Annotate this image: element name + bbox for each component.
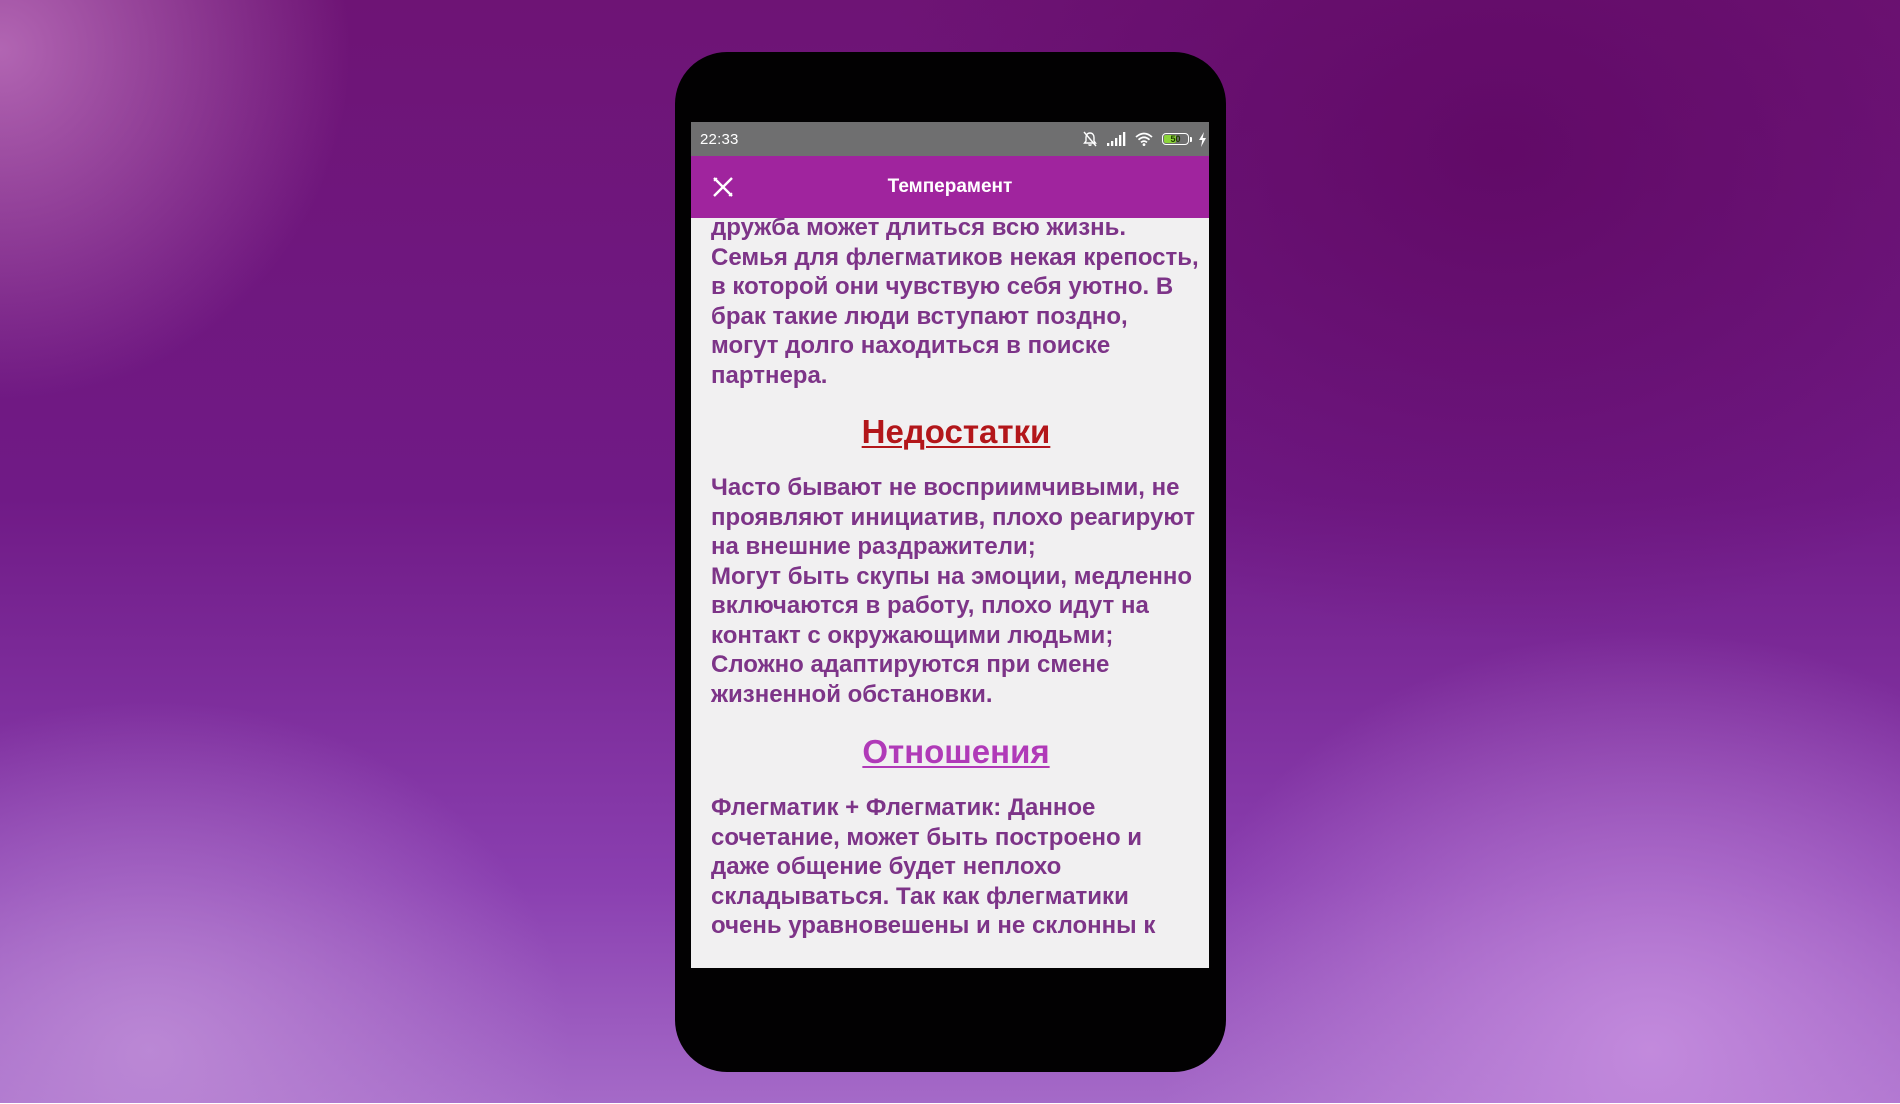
battery-level: 50: [1170, 133, 1181, 144]
status-time: 22:33: [700, 131, 739, 148]
app-bar: Темперамент: [691, 156, 1209, 218]
disadvantages-heading: Недостатки: [861, 413, 1051, 450]
signal-icon: [1107, 132, 1126, 146]
relations-text: Флегматик + Флегматик: Данное сочетание,…: [711, 794, 1156, 939]
disadvantages-text: Часто бывают не восприимчивыми, не прояв…: [711, 474, 1195, 708]
bell-off-icon: [1083, 131, 1097, 147]
battery-icon: 50: [1162, 133, 1192, 145]
phone-frame: 22:33 50 Темперамент дружба может длитьс…: [675, 52, 1226, 1072]
article-body: дружба может длиться всю жизнь. Семья дл…: [711, 218, 1201, 941]
intro-paragraph: дружба может длиться всю жизнь. Семья дл…: [711, 218, 1199, 389]
phone-screen: 22:33 50 Темперамент дружба может длитьс…: [691, 122, 1209, 968]
charging-icon: [1199, 131, 1206, 147]
article-scroll-area[interactable]: дружба может длиться всю жизнь. Семья дл…: [691, 218, 1209, 968]
wifi-icon: [1135, 132, 1153, 146]
status-icons: 50: [1083, 130, 1207, 148]
page-title: Темперамент: [887, 176, 1013, 197]
relations-heading: Отношения: [862, 733, 1050, 770]
status-bar: 22:33 50: [691, 122, 1209, 156]
